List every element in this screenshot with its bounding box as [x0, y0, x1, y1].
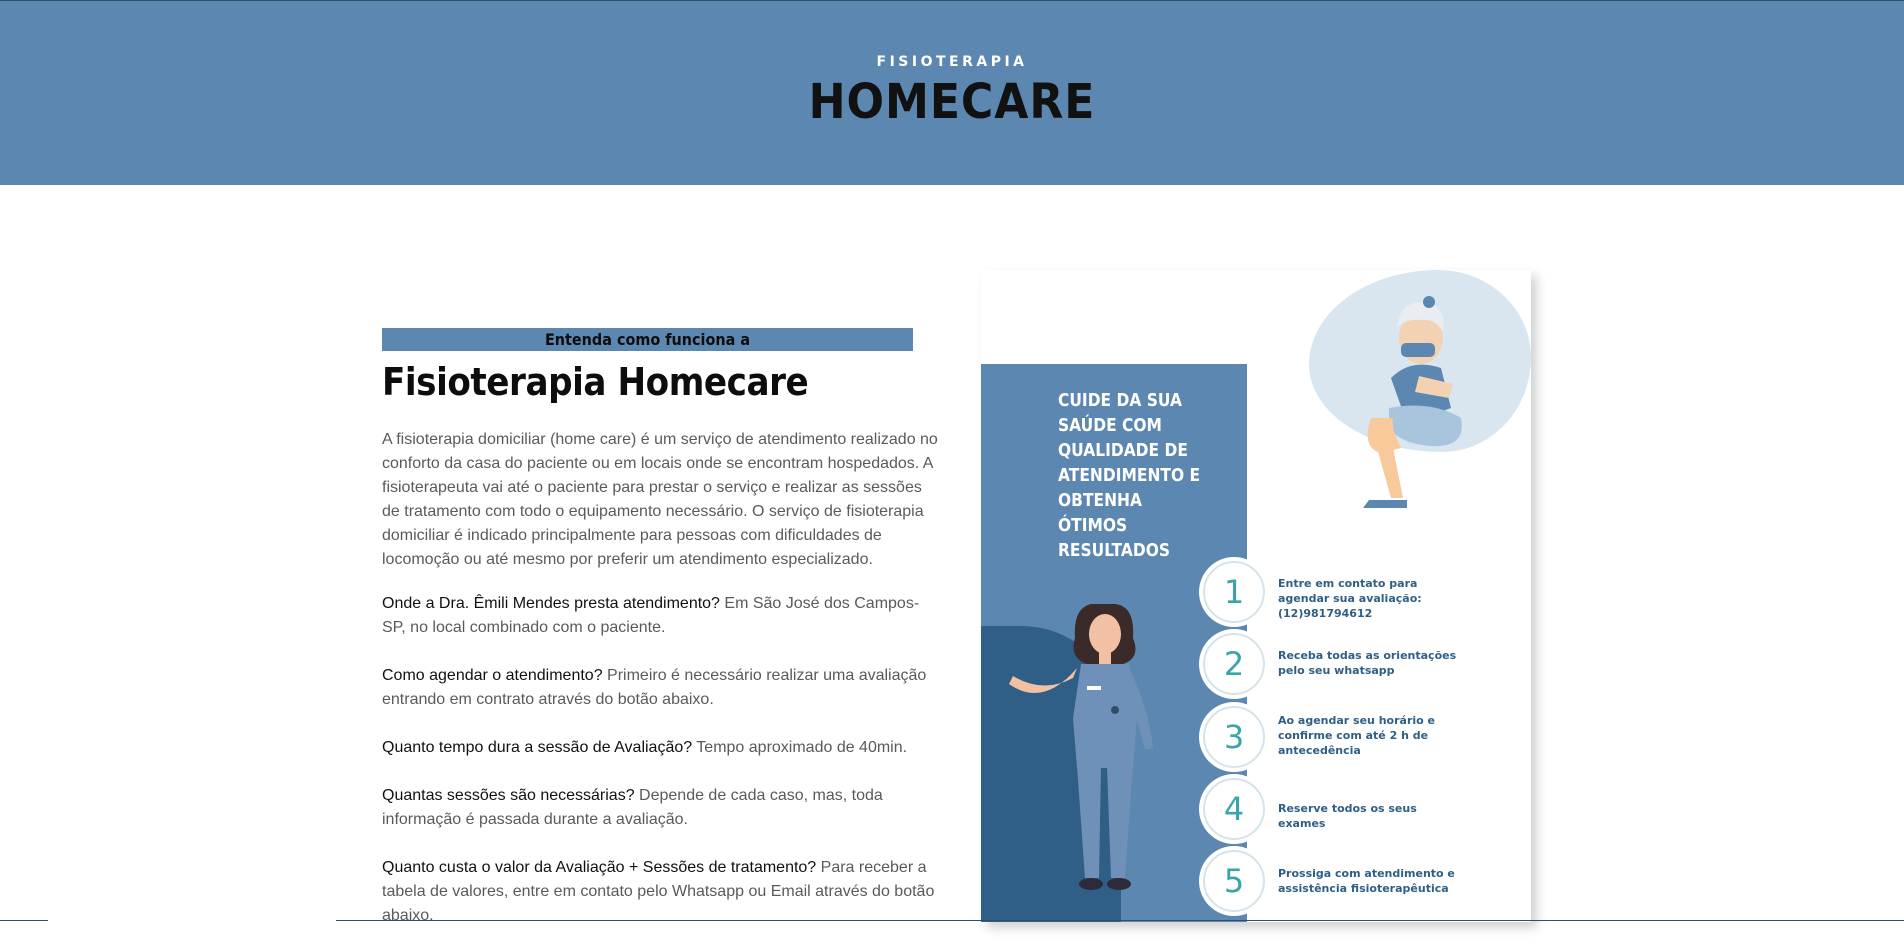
hero-title: HOMECARE [808, 74, 1096, 130]
faq-answer: Tempo aproximado de 40min. [692, 739, 908, 756]
faq-question: Quanto custa o valor da Avaliação + Sess… [382, 859, 817, 876]
faq-item: Como agendar o atendimento? Primeiro é n… [382, 664, 942, 712]
step-number: 1 [1203, 561, 1265, 623]
hero-kicker: FISIOTERAPIA [876, 54, 1028, 70]
intro-paragraph: A fisioterapia domiciliar (home care) é … [382, 431, 938, 568]
faq-item: Quanto custa o valor da Avaliação + Sess… [382, 856, 942, 928]
step-number: 2 [1203, 633, 1265, 695]
faq-item: Quanto tempo dura a sessão de Avaliação?… [382, 736, 942, 760]
faq-question: Quantas sessões são necessárias? [382, 787, 635, 804]
step-text: Entre em contato para agendar sua avalia… [1278, 577, 1422, 620]
nurse-illustration [1009, 604, 1153, 890]
step-number: 4 [1203, 778, 1265, 840]
faq-question: Como agendar o atendimento? [382, 667, 603, 684]
section-band-label: Entenda como funciona a [382, 328, 913, 351]
step-text: Prossiga com atendimento e assistência f… [1278, 867, 1455, 895]
divider [0, 920, 48, 921]
faq-item: Onde a Dra. Êmili Mendes presta atendime… [382, 592, 942, 640]
step-number: 5 [1203, 850, 1265, 912]
step-number: 3 [1203, 706, 1265, 768]
patient-illustration [1363, 296, 1462, 508]
text-column: A fisioterapia domiciliar (home care) é … [382, 428, 942, 952]
faq-question: Quanto tempo dura a sessão de Avaliação? [382, 739, 693, 756]
faq-question: Onde a Dra. Êmili Mendes presta atendime… [382, 595, 720, 612]
infographic-heading: CUIDE DA SUA SAÚDE COM QUALIDADE DE ATEN… [1058, 390, 1201, 561]
step-text: Receba todas as orientações pelo seu wha… [1278, 649, 1457, 677]
hero-banner: FISIOTERAPIA HOMECARE [0, 1, 1904, 185]
infographic-card: CUIDE DA SUA SAÚDE COM QUALIDADE DE ATEN… [981, 270, 1531, 922]
faq-item: Quantas sessões são necessárias? Depende… [382, 784, 942, 832]
step-text: Reserve todos os seus exames [1278, 802, 1417, 830]
divider [336, 920, 1904, 921]
step-text: Ao agendar seu horário e confirme com at… [1278, 714, 1435, 757]
section-title: Fisioterapia Homecare [382, 360, 809, 404]
